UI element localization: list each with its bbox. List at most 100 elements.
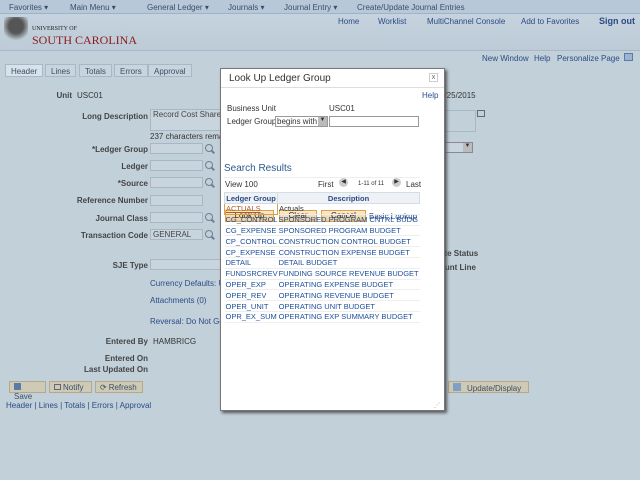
ledger-group-cell[interactable]: OPR_EX_SUM xyxy=(224,311,278,323)
source-field[interactable] xyxy=(150,177,203,188)
footer-errors-link[interactable]: Errors xyxy=(92,401,114,410)
first-link[interactable]: First xyxy=(318,180,334,189)
column-header[interactable]: Description xyxy=(277,192,420,204)
business-unit-label: Business Unit xyxy=(227,104,276,113)
table-row[interactable]: CG_EXPENSE SPONSORED PROGRAM BUDGET xyxy=(224,225,420,237)
operator-select[interactable]: begins with ▼ xyxy=(275,116,328,127)
transaction-code-label: Transaction Code xyxy=(80,231,148,240)
source-lookup-icon[interactable] xyxy=(205,178,213,186)
modal-help-link[interactable]: Help xyxy=(422,91,438,100)
footer-totals-link[interactable]: Totals xyxy=(64,401,85,410)
home-link[interactable]: Home xyxy=(338,17,359,26)
journal-class-lookup-icon[interactable] xyxy=(205,213,213,221)
refresh-button[interactable]: ⟳ Refresh xyxy=(95,381,143,393)
ledger-group-cell[interactable]: DETAIL xyxy=(224,257,278,269)
table-row[interactable]: FUNDSRCREV FUNDING SOURCE REVENUE BUDGET xyxy=(224,268,420,280)
ledger-group-lookup-icon[interactable] xyxy=(205,144,213,152)
description-cell[interactable]: SPONSORED PROGRAM BUDGET xyxy=(277,225,420,237)
description-cell[interactable]: SPONSORED PROGRAM CNTRL BUDG xyxy=(277,214,420,226)
description-cell[interactable]: OPERATING UNIT BUDGET xyxy=(277,300,420,312)
crumb-journals[interactable]: Journals ▾ xyxy=(228,3,264,12)
ledger-group-field[interactable] xyxy=(150,143,203,154)
description-cell[interactable]: OPERATING EXPENSE BUDGET xyxy=(277,279,420,291)
ledger-group-cell[interactable]: OPER_EXP xyxy=(224,279,278,291)
footer-approval-link[interactable]: Approval xyxy=(120,401,152,410)
ledger-group-cell[interactable]: ACTUALS xyxy=(223,203,279,215)
description-cell[interactable]: Actuals xyxy=(277,203,420,215)
table-row[interactable]: OPER_EXP OPERATING EXPENSE BUDGET xyxy=(224,279,420,291)
description-cell[interactable]: FUNDING SOURCE REVENUE BUDGET xyxy=(277,268,420,280)
save-button[interactable]: Save xyxy=(9,381,46,401)
table-row[interactable]: ACTUALS Actuals xyxy=(223,203,420,215)
grid-icon[interactable] xyxy=(624,53,633,61)
close-icon[interactable]: x xyxy=(429,73,438,82)
table-row[interactable]: OPR_EX_SUM OPERATING EXP SUMMARY BUDGET xyxy=(224,311,420,323)
ledger-group-cell[interactable]: CP_EXPENSE xyxy=(224,246,278,258)
long-description-field-right[interactable] xyxy=(440,110,476,132)
ledger-lookup-icon[interactable] xyxy=(205,161,213,169)
header-banner: UNIVERSITY OF SOUTH CAROLINA Home Workli… xyxy=(0,14,640,51)
table-row[interactable]: OPER_UNIT OPERATING UNIT BUDGET xyxy=(224,300,420,312)
tab-header[interactable]: Header xyxy=(5,64,44,77)
transaction-code-lookup-icon[interactable] xyxy=(205,230,213,238)
attachments-link[interactable]: Attachments (0) xyxy=(150,296,206,305)
table-row[interactable]: CP_CONTROL CONSTRUCTION CONTROL BUDGET xyxy=(224,235,420,248)
ledger-group-cell[interactable]: CG_EXPENSE xyxy=(224,225,278,237)
long-description-field[interactable]: Record Cost Share xyxy=(150,109,225,131)
tab-errors[interactable]: Errors xyxy=(114,64,148,77)
ledger-group-cell[interactable]: OPER_REV xyxy=(224,289,278,302)
sign-out-link[interactable]: Sign out xyxy=(599,16,635,26)
reversal-link[interactable]: Reversal: Do Not Ge xyxy=(150,317,224,326)
description-cell[interactable]: DETAIL BUDGET xyxy=(277,257,420,269)
previous-icon[interactable]: ◀ xyxy=(339,178,348,187)
footer-lines-link[interactable]: Lines xyxy=(39,401,58,410)
sje-type-label: SJE Type xyxy=(112,261,148,270)
ledger-group-cell[interactable]: FUNDSRCREV xyxy=(224,268,278,280)
journal-class-field[interactable] xyxy=(150,212,203,223)
expand-icon[interactable] xyxy=(477,110,485,117)
long-description-label: Long Description xyxy=(82,112,148,121)
journal-date-value: 5/25/2015 xyxy=(440,91,476,100)
description-cell[interactable]: CONSTRUCTION EXPENSE BUDGET xyxy=(277,246,420,258)
table-row[interactable]: DETAIL DETAIL BUDGET xyxy=(224,257,420,269)
main-menu[interactable]: Main Menu ▾ xyxy=(70,3,116,12)
ledger-group-cell[interactable]: CG_CONTROL xyxy=(224,214,278,226)
next-icon[interactable]: ▶ xyxy=(392,178,401,187)
tab-approval[interactable]: Approval xyxy=(148,64,192,77)
tab-totals[interactable]: Totals xyxy=(79,64,112,77)
sje-type-field[interactable] xyxy=(150,259,225,270)
worklist-link[interactable]: Worklist xyxy=(378,17,406,26)
crumb-create-update[interactable]: Create/Update Journal Entries xyxy=(357,3,465,12)
update-display-button[interactable]: Update/Display xyxy=(448,381,529,393)
currency-defaults-link[interactable]: Currency Defaults: U xyxy=(150,279,224,288)
description-cell[interactable]: CONSTRUCTION CONTROL BUDGET xyxy=(277,235,420,248)
multichannel-link[interactable]: MultiChannel Console xyxy=(427,17,505,26)
tab-lines[interactable]: Lines xyxy=(45,64,77,77)
entered-on-label: Entered On xyxy=(104,354,148,363)
ledger-group-cell[interactable]: OPER_UNIT xyxy=(224,300,278,312)
table-row[interactable]: OPER_REV OPERATING REVENUE BUDGET xyxy=(224,289,420,302)
table-row[interactable]: CG_CONTROL SPONSORED PROGRAM CNTRL BUDG xyxy=(224,214,420,226)
personalize-link[interactable]: Personalize Page xyxy=(557,54,620,63)
ledger-field[interactable] xyxy=(150,160,203,171)
transaction-code-field[interactable]: GENERAL xyxy=(150,229,203,240)
favorites-menu[interactable]: Favorites ▾ xyxy=(9,3,48,12)
description-cell[interactable]: OPERATING EXP SUMMARY BUDGET xyxy=(277,311,420,323)
notify-button[interactable]: Notify xyxy=(49,381,92,393)
ledger-group-search-input[interactable] xyxy=(329,116,419,127)
new-window-link[interactable]: New Window xyxy=(482,54,529,63)
last-link[interactable]: Last xyxy=(406,180,421,189)
crumb-general-ledger[interactable]: General Ledger ▾ xyxy=(147,3,209,12)
help-link[interactable]: Help xyxy=(534,54,550,63)
ledger-group-cell[interactable]: CP_CONTROL xyxy=(224,235,278,248)
crumb-journal-entry[interactable]: Journal Entry ▾ xyxy=(284,3,337,12)
column-header[interactable]: Ledger Group xyxy=(223,192,279,204)
add-favorites-link[interactable]: Add to Favorites xyxy=(521,17,579,26)
view-100-link[interactable]: View 100 xyxy=(225,180,258,189)
reference-number-field[interactable] xyxy=(150,195,203,206)
footer-header-link[interactable]: Header xyxy=(6,401,32,410)
table-row[interactable]: CP_EXPENSE CONSTRUCTION EXPENSE BUDGET xyxy=(224,246,420,258)
description-cell[interactable]: OPERATING REVENUE BUDGET xyxy=(277,289,420,302)
palmetto-logo-icon xyxy=(4,17,28,47)
resize-handle-icon[interactable]: ⋰ xyxy=(434,402,440,409)
